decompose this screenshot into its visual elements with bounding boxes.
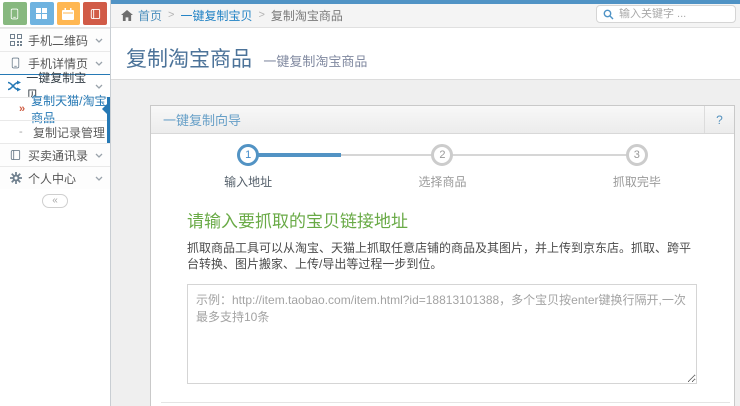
sidebar-collapse-toggle[interactable]: « xyxy=(42,194,68,208)
page-title: 复制淘宝商品 xyxy=(126,48,252,71)
sidebar-item-personal-center[interactable]: 个人中心 xyxy=(0,166,110,189)
wizard-panel-title: 一键复制向导 xyxy=(163,113,242,128)
submenu-item-label: 复制记录管理 xyxy=(33,125,106,140)
chevron-down-icon xyxy=(95,153,103,158)
submenu-marker: - xyxy=(19,126,23,138)
step-label: 输入地址 xyxy=(224,175,273,189)
gear-icon xyxy=(8,172,23,184)
step-circle: 3 xyxy=(625,144,648,166)
quick-grid-button[interactable] xyxy=(29,2,54,25)
chevron-down-icon xyxy=(95,176,103,181)
search-box xyxy=(596,5,736,23)
quick-phone-button[interactable] xyxy=(3,2,27,25)
calendar-icon xyxy=(62,7,75,20)
sidebar-submenu: » 复制天猫/淘宝商品 - 复制记录管理 xyxy=(0,94,110,143)
wizard-panel-header: 一键复制向导 ? xyxy=(151,106,734,134)
sidebar-item-label: 手机二维码 xyxy=(28,33,89,48)
shuffle-icon xyxy=(8,80,22,92)
collapse-icon: « xyxy=(52,195,58,206)
wizard-step-1: 1 输入地址 xyxy=(151,144,345,190)
submenu-marker: » xyxy=(19,103,26,115)
page-subtitle: 一键复制淘宝商品 xyxy=(263,54,368,69)
content-canvas: 一键复制向导 ? 1 输入地址 2 选择商品 3 抓取完毕 请输入要抓取的宝贝链… xyxy=(111,80,740,406)
phone-icon xyxy=(10,8,19,20)
qrcode-icon xyxy=(8,34,23,46)
book-icon xyxy=(8,149,23,161)
step-label: 选择商品 xyxy=(418,175,467,189)
app-root: 手机二维码 手机详情页 一键复制宝贝 » 复制天猫/淘宝商品 - 复制记录管理 … xyxy=(0,0,740,406)
submenu-item-copy-records[interactable]: - 复制记录管理 xyxy=(0,120,107,143)
submenu-item-copy-tmall-taobao[interactable]: » 复制天猫/淘宝商品 xyxy=(0,94,107,125)
wizard-step-3: 3 抓取完毕 xyxy=(540,144,734,190)
wizard-actions: ‹ 上一步下一步 › xyxy=(161,402,730,406)
breadcrumb-separator: > xyxy=(258,9,265,21)
sidebar-item-label: 个人中心 xyxy=(28,171,77,186)
quick-launch-bar xyxy=(0,0,110,28)
chevron-down-icon xyxy=(95,84,103,89)
page-header: 复制淘宝商品 一键复制淘宝商品 xyxy=(111,28,740,80)
grid-icon xyxy=(36,8,48,19)
wizard-step-content: 请输入要抓取的宝贝链接地址 抓取商品工具可以从淘宝、天猫上抓取任意店铺的商品及其… xyxy=(151,207,734,385)
item-url-textarea[interactable] xyxy=(187,284,697,385)
search-input[interactable] xyxy=(619,8,729,20)
top-bar: 首页 > 一键复制宝贝 > 复制淘宝商品 xyxy=(111,0,740,28)
wizard-step-2: 2 选择商品 xyxy=(345,144,539,190)
chevron-down-icon xyxy=(95,61,103,66)
wizard-steps: 1 输入地址 2 选择商品 3 抓取完毕 xyxy=(151,134,734,196)
breadcrumb-current: 复制淘宝商品 xyxy=(270,8,343,23)
home-icon[interactable] xyxy=(121,9,133,21)
breadcrumb-separator: > xyxy=(168,9,175,21)
sidebar-item-label: 买卖通讯录 xyxy=(28,148,89,163)
step-circle: 1 xyxy=(237,144,260,166)
section-heading: 请输入要抓取的宝贝链接地址 xyxy=(187,212,408,231)
step-circle: 2 xyxy=(431,144,454,166)
breadcrumb-one-key-copy-link[interactable]: 一键复制宝贝 xyxy=(180,7,252,24)
sidebar-item-contacts[interactable]: 买卖通讯录 xyxy=(0,143,110,166)
breadcrumb-home-link[interactable]: 首页 xyxy=(138,7,162,24)
sidebar: 手机二维码 手机详情页 一键复制宝贝 » 复制天猫/淘宝商品 - 复制记录管理 … xyxy=(0,0,111,406)
wizard-panel: 一键复制向导 ? 1 输入地址 2 选择商品 3 抓取完毕 请输入要抓取的宝贝链… xyxy=(150,105,735,406)
section-description: 抓取商品工具可以从淘宝、天猫上抓取任意店铺的商品及其图片，并上传到京东店。抓取、… xyxy=(187,241,692,271)
search-icon xyxy=(603,9,614,20)
quick-book-button[interactable] xyxy=(83,2,107,25)
phone-icon xyxy=(8,57,23,69)
help-button[interactable]: ? xyxy=(704,106,734,133)
chevron-down-icon xyxy=(95,38,103,43)
sidebar-item-qrcode[interactable]: 手机二维码 xyxy=(0,28,110,51)
step-label: 抓取完毕 xyxy=(612,175,661,189)
question-icon: ? xyxy=(716,112,723,127)
book-icon xyxy=(90,8,101,20)
quick-calendar-button[interactable] xyxy=(56,2,81,25)
